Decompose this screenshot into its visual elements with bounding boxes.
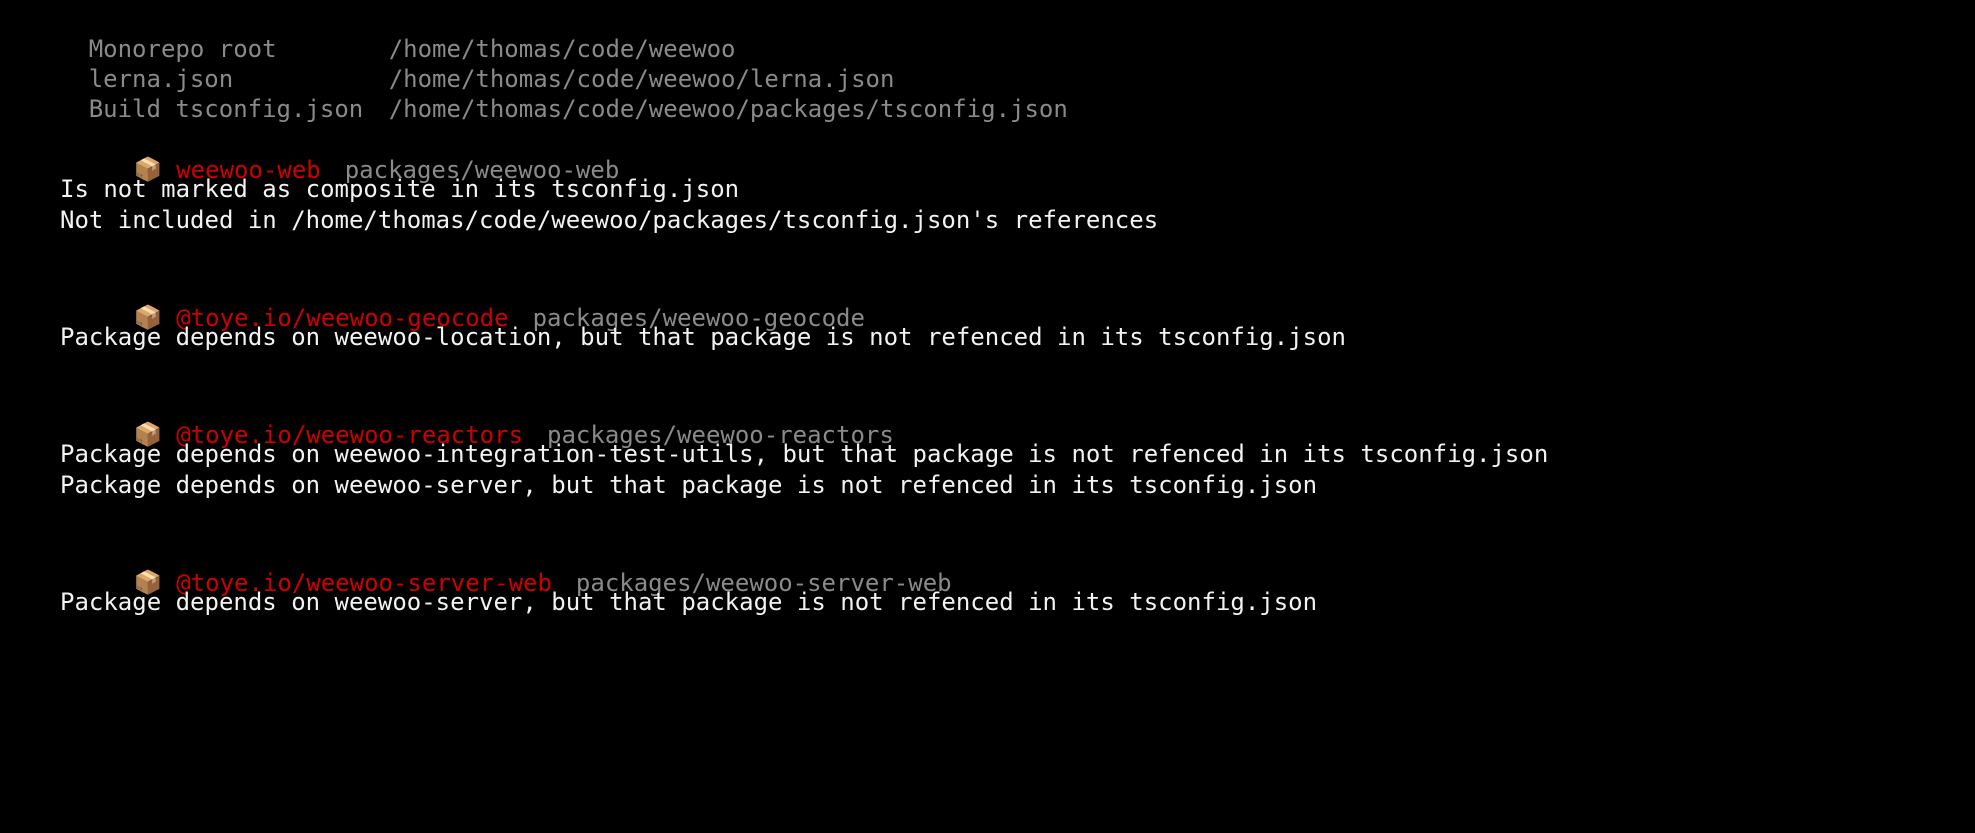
package-message: Package depends on weewoo-server, but th… [60, 588, 1318, 616]
summary-path: /home/thomas/code/weewoo/packages/tsconf… [388, 95, 1068, 123]
package-entry: 📦 @toye.io/weewoo-geocode packages/weewoo-… [0, 264, 1975, 353]
package-messages: Package depends on weewoo-server, but th… [0, 587, 1975, 618]
terminal-window[interactable]: Monorepo root/home/thomas/code/weewoo le… [0, 0, 1975, 833]
package-messages: Package depends on weewoo-location, but … [0, 322, 1975, 353]
package-messages: Is not marked as composite in its tsconf… [0, 174, 1975, 236]
package-entry: 📦 @toye.io/weewoo-server-web packages/weew… [0, 529, 1975, 618]
summary-label: Monorepo root [88, 35, 277, 63]
summary-path: /home/thomas/code/weewoo/lerna.json [388, 65, 895, 93]
summary-block: Monorepo root/home/thomas/code/weewoo le… [0, 0, 1975, 123]
summary-path: /home/thomas/code/weewoo [388, 35, 736, 63]
package-message: Package depends on weewoo-server, but th… [60, 471, 1318, 499]
package-message: Not included in /home/thomas/code/weewoo… [60, 206, 1159, 234]
package-entry: 📦 @toye.io/weewoo-reactors packages/weewoo… [0, 381, 1975, 501]
package-list: 📦 weewoo-web packages/weewoo-web Is not ma… [0, 116, 1975, 618]
package-message: Package depends on weewoo-location, but … [60, 323, 1346, 351]
package-header[interactable]: 📦 @toye.io/weewoo-server-web packages/weew… [0, 529, 1975, 597]
package-header[interactable]: 📦 @toye.io/weewoo-reactors packages/weewoo… [0, 381, 1975, 449]
package-entry: 📦 weewoo-web packages/weewoo-web Is not ma… [0, 116, 1975, 236]
package-message: Package depends on weewoo-integration-te… [60, 440, 1549, 468]
package-messages: Package depends on weewoo-integration-te… [0, 439, 1975, 501]
summary-row: Monorepo root/home/thomas/code/weewoo [2, 4, 1975, 63]
summary-label: Build tsconfig.json [88, 95, 364, 123]
package-header[interactable]: 📦 @toye.io/weewoo-geocode packages/weewoo-… [0, 264, 1975, 332]
package-message: Is not marked as composite in its tsconf… [60, 175, 740, 203]
summary-label: lerna.json [88, 65, 234, 93]
